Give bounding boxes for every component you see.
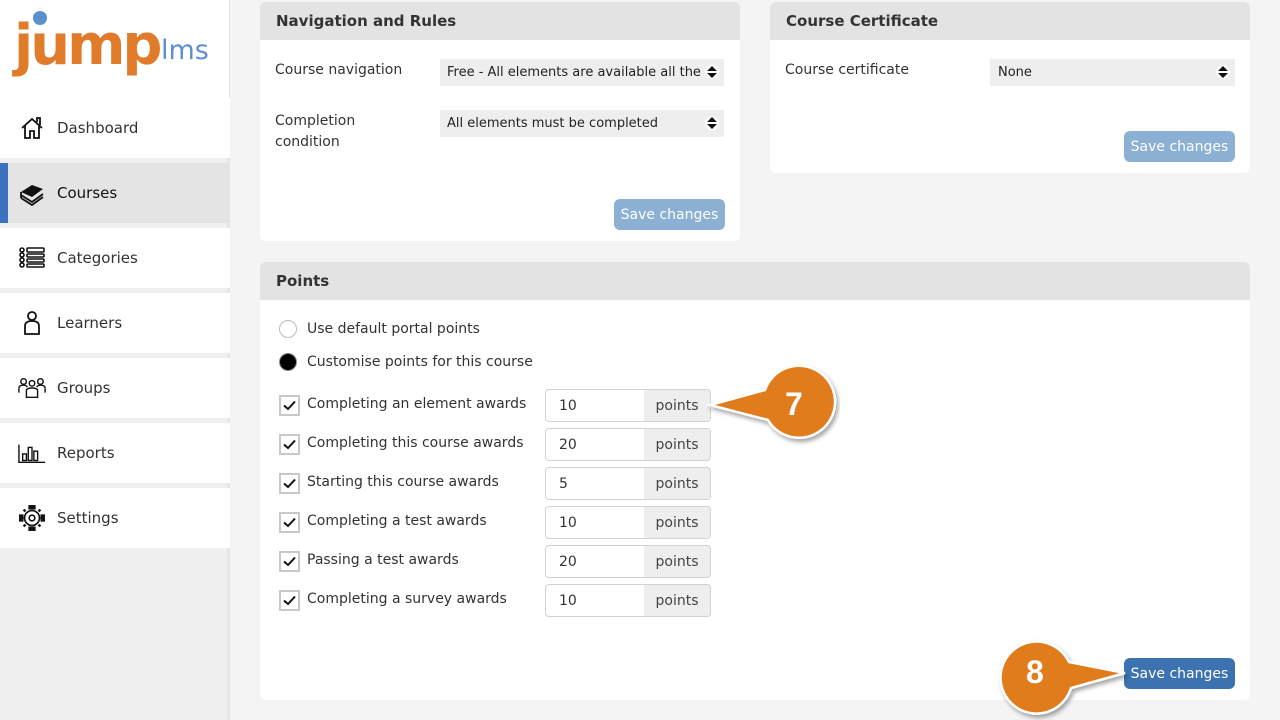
callout-8: 8	[995, 632, 1130, 720]
panel-title: Navigation and Rules	[260, 2, 740, 40]
points-row: Completing this course awardspoints	[279, 428, 719, 461]
select-arrows-icon	[705, 116, 719, 130]
callout-bubble-icon	[705, 364, 837, 439]
sidebar: jump lms Dashboard Courses Categories Le…	[0, 0, 230, 720]
sidebar-item-label: Categories	[57, 249, 138, 267]
points-input[interactable]	[545, 545, 645, 578]
callout-bubble-icon	[999, 640, 1126, 715]
sidebar-item-label: Groups	[57, 379, 111, 397]
sidebar-item-label: Settings	[57, 509, 119, 527]
points-row-label: Completing a test awards	[307, 513, 487, 529]
points-checkbox[interactable]	[279, 473, 300, 494]
books-icon	[18, 179, 46, 207]
points-row-label: Starting this course awards	[307, 474, 499, 490]
radio-customise-points[interactable]: Customise points for this course	[279, 353, 533, 371]
sidebar-item-label: Reports	[57, 444, 115, 462]
checkmark-icon	[283, 595, 296, 606]
points-checkbox[interactable]	[279, 590, 300, 611]
points-row: Passing a test awards points	[279, 545, 719, 578]
sidebar-item-courses[interactable]: Courses	[0, 163, 230, 223]
points-input[interactable]	[545, 389, 645, 422]
points-row: Starting this course awards points	[279, 467, 719, 500]
radio-default-points[interactable]: Use default portal points	[279, 320, 480, 338]
checkmark-icon	[283, 517, 296, 528]
panel-title: Course Certificate	[770, 2, 1250, 40]
course-certificate-select[interactable]: None	[990, 59, 1235, 86]
points-row: Completing a test awards points	[279, 506, 719, 539]
certificate-save-button[interactable]: Save changes	[1124, 131, 1235, 162]
sidebar-item-learners[interactable]: Learners	[0, 293, 230, 353]
points-row-label: Completing this course awards	[307, 435, 524, 451]
radio-label: Use default portal points	[307, 321, 480, 337]
sidebar-item-groups[interactable]: Groups	[0, 358, 230, 418]
points-row: Completing an element awardspoints	[279, 389, 719, 422]
points-unit-label: points	[644, 506, 711, 539]
radio-button[interactable]	[279, 353, 297, 371]
select-value: None	[998, 65, 1032, 80]
points-checkbox[interactable]	[279, 434, 300, 455]
points-save-button[interactable]: Save changes	[1124, 658, 1235, 689]
checkmark-icon	[283, 400, 296, 411]
bar-chart-icon	[18, 439, 46, 467]
points-input[interactable]	[545, 584, 645, 617]
gear-icon	[18, 504, 46, 532]
course-navigation-label: Course navigation	[275, 62, 403, 78]
points-input[interactable]	[545, 506, 645, 539]
select-value: Free - All elements are available all th…	[447, 65, 718, 80]
sidebar-item-reports[interactable]: Reports	[0, 423, 230, 483]
points-row: Completing a survey awards points	[279, 584, 719, 617]
sidebar-item-label: Courses	[57, 184, 118, 202]
checkmark-icon	[283, 439, 296, 450]
sidebar-item-label: Learners	[57, 314, 123, 332]
sidebar-item-categories[interactable]: Categories	[0, 228, 230, 288]
points-row-label: Completing an element awards	[307, 396, 527, 412]
callout-7: 7	[700, 362, 840, 452]
completion-condition-select[interactable]: All elements must be completed	[440, 110, 724, 137]
panel-title: Points	[260, 262, 1250, 300]
points-checkbox[interactable]	[279, 395, 300, 416]
logo-text-suffix: lms	[161, 35, 209, 66]
navigation-save-button[interactable]: Save changes	[614, 199, 725, 230]
points-row-label: Passing a test awards	[307, 552, 459, 568]
logo-text-main: jump	[14, 13, 162, 78]
points-checkbox[interactable]	[279, 512, 300, 533]
callout-number: 8	[1026, 654, 1044, 690]
checkmark-icon	[283, 556, 296, 567]
sidebar-item-label: Dashboard	[57, 119, 139, 137]
user-icon	[18, 309, 46, 337]
sidebar-item-settings[interactable]: Settings	[0, 488, 230, 548]
points-unit-label: points	[644, 467, 711, 500]
select-arrows-icon	[705, 65, 719, 79]
home-icon	[18, 114, 46, 142]
logo[interactable]: jump lms	[0, 0, 229, 100]
points-input[interactable]	[545, 428, 645, 461]
points-input[interactable]	[545, 467, 645, 500]
radio-button[interactable]	[279, 320, 297, 338]
select-value: All elements must be completed	[447, 116, 659, 131]
points-checkbox[interactable]	[279, 551, 300, 572]
group-icon	[18, 374, 46, 402]
sidebar-item-dashboard[interactable]: Dashboard	[0, 98, 230, 158]
select-arrows-icon	[1216, 65, 1230, 79]
list-icon	[18, 244, 46, 272]
course-navigation-select[interactable]: Free - All elements are available all th…	[440, 59, 724, 86]
course-certificate-label: Course certificate	[785, 62, 909, 78]
radio-label: Customise points for this course	[307, 354, 533, 370]
callout-number: 7	[785, 386, 803, 422]
completion-condition-label: Completion condition	[275, 113, 356, 150]
points-unit-label: points	[644, 545, 711, 578]
points-unit-label: points	[644, 584, 711, 617]
checkmark-icon	[283, 478, 296, 489]
points-row-label: Completing a survey awards	[307, 591, 507, 607]
